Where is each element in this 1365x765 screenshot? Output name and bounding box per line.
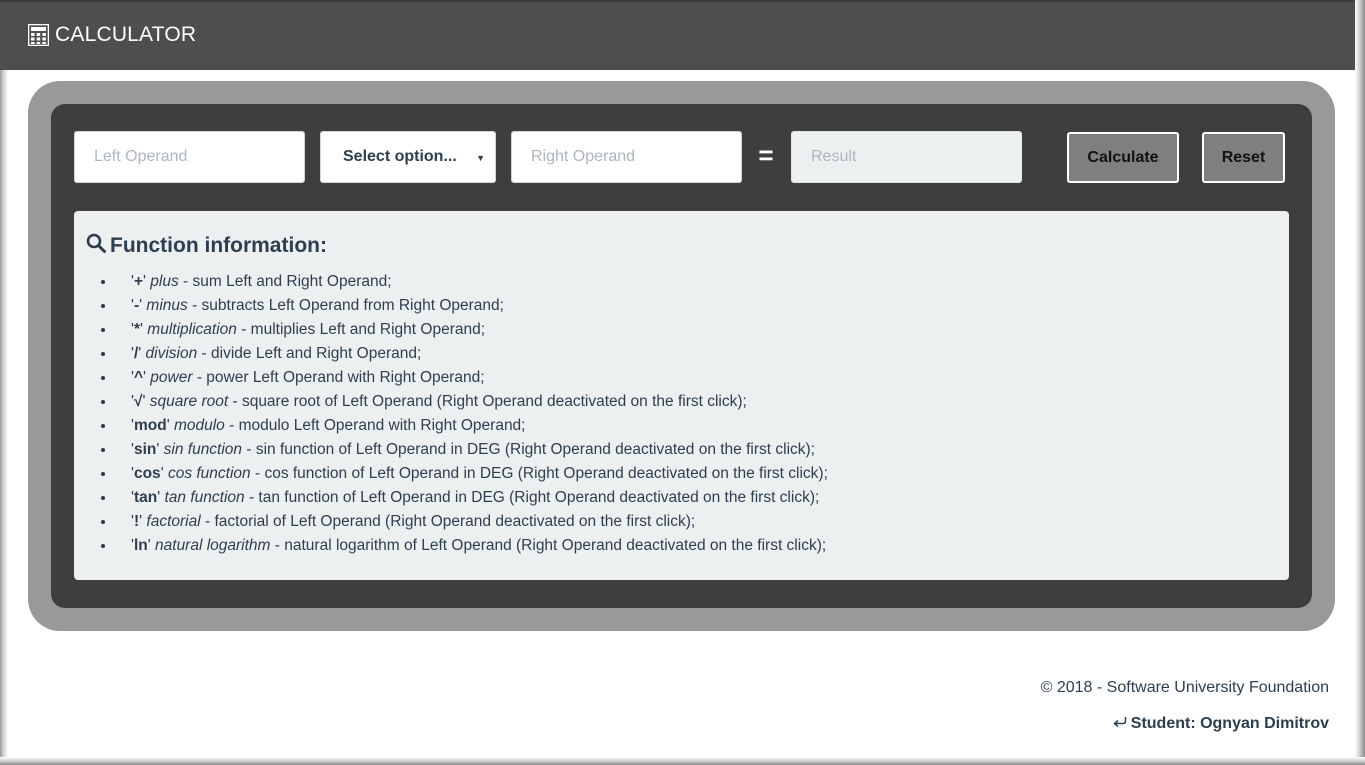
- operation-select-label: Select option...: [343, 148, 457, 165]
- top-navbar: CALCULATOR: [0, 0, 1357, 70]
- calculator-outer-frame: Select option... ▼ = Calculate Reset Fun…: [28, 81, 1335, 631]
- function-list-item: '+' plus - sum Left and Right Operand;: [116, 269, 1266, 293]
- function-list-item: 'tan' tan function - tan function of Lef…: [116, 485, 1266, 509]
- function-description: - cos function of Left Operand in DEG (R…: [250, 465, 828, 482]
- function-name: multiplication: [147, 321, 237, 338]
- function-name: tan function: [164, 489, 245, 506]
- equals-sign: =: [758, 140, 774, 170]
- function-description: - natural logarithm of Left Operand (Rig…: [270, 537, 827, 554]
- function-list: '+' plus - sum Left and Right Operand;'-…: [116, 269, 1266, 557]
- function-name: modulo: [173, 417, 225, 434]
- function-symbol: cos: [133, 465, 161, 482]
- function-name: plus: [150, 273, 179, 290]
- function-symbol: +: [133, 273, 144, 290]
- quote-mark: ': [142, 393, 150, 410]
- function-symbol: tan: [133, 489, 158, 506]
- function-description: - power Left Operand with Right Operand;: [192, 369, 485, 386]
- function-name: power: [150, 369, 193, 386]
- function-symbol: mod: [133, 417, 167, 434]
- function-name: cos function: [167, 465, 251, 482]
- function-info-box: Function information: '+' plus - sum Lef…: [74, 211, 1289, 580]
- function-list-item: '-' minus - subtracts Left Operand from …: [116, 293, 1266, 317]
- function-symbol: ^: [133, 369, 144, 386]
- function-info-title: Function information:: [110, 234, 327, 257]
- caret-down-icon: ▼: [476, 153, 485, 163]
- brand-link[interactable]: CALCULATOR: [28, 22, 196, 48]
- function-name: division: [145, 345, 198, 362]
- quote-mark: ': [138, 345, 146, 362]
- function-list-item: 'cos' cos function - cos function of Lef…: [116, 461, 1266, 485]
- function-list-item: '^' power - power Left Operand with Righ…: [116, 365, 1266, 389]
- left-operand-input[interactable]: [74, 131, 305, 183]
- quote-mark: ': [156, 441, 164, 458]
- quote-mark: ': [166, 417, 174, 434]
- function-description: - sin function of Left Operand in DEG (R…: [242, 441, 815, 458]
- function-description: - divide Left and Right Operand;: [197, 345, 422, 362]
- search-icon: [86, 233, 106, 259]
- function-name: minus: [146, 297, 188, 314]
- right-operand-input[interactable]: [511, 131, 742, 183]
- function-list-item: 'mod' modulo - modulo Left Operand with …: [116, 413, 1266, 437]
- calculator-icon: [28, 24, 49, 46]
- function-list-item: 'sin' sin function - sin function of Lef…: [116, 437, 1266, 461]
- function-symbol: ln: [133, 537, 148, 554]
- function-name: sin function: [163, 441, 243, 458]
- window-edge-left: [0, 70, 8, 765]
- function-name: square root: [149, 393, 229, 410]
- function-description: - subtracts Left Operand from Right Oper…: [187, 297, 504, 314]
- function-description: - tan function of Left Operand in DEG (R…: [244, 489, 820, 506]
- share-arrow-icon: [1113, 715, 1127, 733]
- operation-select[interactable]: Select option... ▼: [320, 131, 496, 183]
- function-name: factorial: [146, 513, 201, 530]
- footer-student[interactable]: Student: Ognyan Dimitrov: [1113, 715, 1329, 733]
- function-list-item: '!' factorial - factorial of Left Operan…: [116, 509, 1266, 533]
- function-description: - sum Left and Right Operand;: [178, 273, 392, 290]
- function-description: - square root of Left Operand (Right Ope…: [228, 393, 747, 410]
- reset-button[interactable]: Reset: [1202, 132, 1285, 183]
- student-name: Student: Ognyan Dimitrov: [1130, 715, 1329, 732]
- function-symbol: sin: [133, 441, 157, 458]
- footer-copyright: © 2018 - Software University Foundation: [1040, 679, 1329, 696]
- app-title: CALCULATOR: [55, 23, 197, 46]
- function-list-item: '/' division - divide Left and Right Ope…: [116, 341, 1266, 365]
- window-edge-bottom: [0, 757, 1365, 765]
- function-description: - factorial of Left Operand (Right Opera…: [200, 513, 696, 530]
- quote-mark: ': [160, 465, 168, 482]
- calculator-panel: Select option... ▼ = Calculate Reset Fun…: [51, 104, 1312, 608]
- function-info-heading: Function information:: [86, 233, 327, 259]
- function-description: - modulo Left Operand with Right Operand…: [224, 417, 526, 434]
- result-field: [791, 131, 1022, 183]
- quote-mark: ': [147, 537, 156, 554]
- window-edge-right: [1355, 0, 1365, 765]
- function-name: natural logarithm: [155, 537, 271, 554]
- calculate-button[interactable]: Calculate: [1067, 132, 1179, 183]
- function-list-item: 'ln' natural logarithm - natural logarit…: [116, 533, 1266, 557]
- function-list-item: '*' multiplication - multiplies Left and…: [116, 317, 1266, 341]
- function-list-item: '√' square root - square root of Left Op…: [116, 389, 1266, 413]
- function-description: - multiplies Left and Right Operand;: [236, 321, 486, 338]
